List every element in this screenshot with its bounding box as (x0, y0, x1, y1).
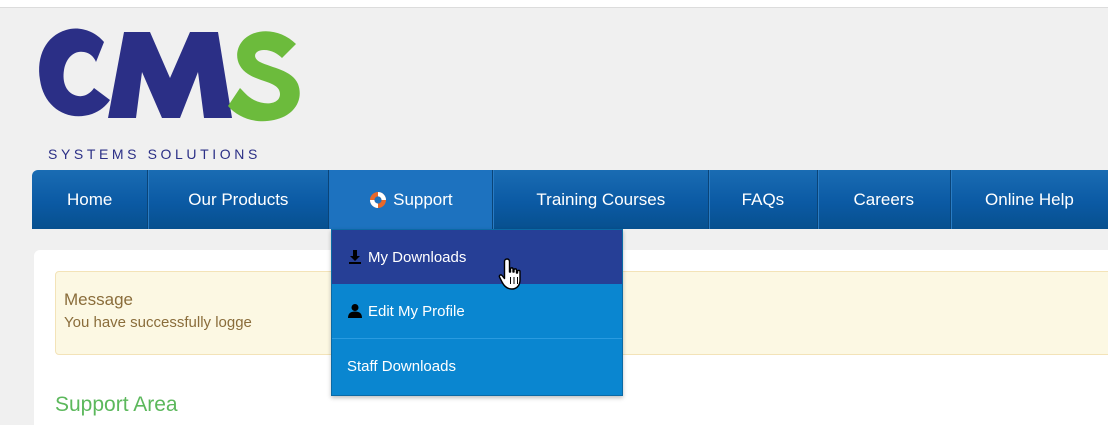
menu-item-edit-my-profile[interactable]: Edit My Profile (332, 284, 622, 338)
logo-tagline: SYSTEMS SOLUTIONS (48, 146, 261, 162)
nav-item-home[interactable]: Home (32, 170, 149, 229)
nav-item-our-products[interactable]: Our Products (148, 170, 330, 229)
user-icon (348, 304, 362, 318)
cms-logo[interactable]: SYSTEMS SOLUTIONS (34, 22, 314, 162)
menu-item-label: My Downloads (368, 248, 467, 266)
nav-item-careers[interactable]: Careers (818, 170, 951, 229)
nav-item-training-courses[interactable]: Training Courses (493, 170, 710, 229)
nav-item-label: Support (393, 189, 453, 209)
menu-item-label: Edit My Profile (368, 302, 465, 320)
top-border (0, 0, 1108, 8)
nav-item-support[interactable]: Support (329, 170, 494, 229)
menu-item-my-downloads[interactable]: My Downloads (332, 230, 622, 284)
hand-pointer-icon (498, 258, 521, 290)
section-title: Support Area (55, 393, 178, 416)
menu-item-label: Staff Downloads (347, 358, 456, 375)
cms-logo-mark (39, 28, 300, 122)
alert-title: Message (64, 290, 133, 309)
nav-item-label: FAQs (741, 189, 785, 209)
nav-item-label: Careers (853, 189, 914, 209)
nav-item-label: Training Courses (536, 189, 666, 209)
menu-item-staff-downloads[interactable]: Staff Downloads (332, 338, 622, 394)
lifebuoy-icon (370, 191, 387, 208)
download-icon (349, 250, 361, 264)
support-dropdown-menu: My Downloads Edit My Profile Staff Downl… (331, 229, 623, 396)
nav-item-label: Online Help (985, 189, 1074, 209)
nav-item-label: Our Products (188, 189, 289, 209)
main-nav: Home Our Products Support Training Cours… (32, 170, 1108, 229)
nav-item-online-help[interactable]: Online Help (951, 170, 1108, 229)
nav-item-faqs[interactable]: FAQs (709, 170, 818, 229)
alert-text: You have successfully logge (64, 314, 252, 331)
nav-item-label: Home (67, 189, 113, 209)
